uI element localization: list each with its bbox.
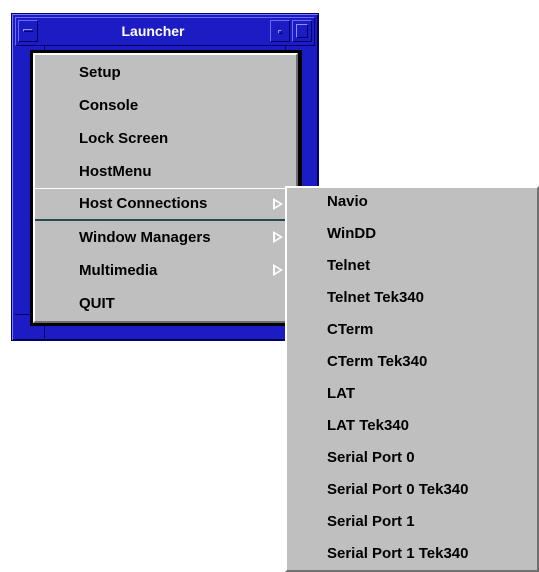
menu-item-label: Window Managers xyxy=(79,229,211,246)
submenu-item-telnet-tek340[interactable]: Telnet Tek340 xyxy=(287,282,537,314)
submenu-item-label: Telnet xyxy=(327,257,371,274)
menu-item-setup[interactable]: Setup xyxy=(35,56,296,89)
submenu-item-label: Serial Port 1 xyxy=(327,513,415,530)
submenu-item-label: Serial Port 0 Tek340 xyxy=(327,481,469,498)
submenu-item-serial-port-0-tek340[interactable]: Serial Port 0 Tek340 xyxy=(287,474,537,506)
submenu-item-label: CTerm xyxy=(327,321,374,338)
menu-item-lock-screen[interactable]: Lock Screen xyxy=(35,122,296,155)
window-menu-button[interactable] xyxy=(18,20,38,42)
submenu-item-label: Serial Port 1 Tek340 xyxy=(327,545,469,562)
submenu-item-label: CTerm Tek340 xyxy=(327,353,428,370)
submenu-item-lat-tek340[interactable]: LAT Tek340 xyxy=(287,410,537,442)
submenu-item-telnet[interactable]: Telnet xyxy=(287,250,537,282)
frame-corner-mark xyxy=(44,326,45,338)
submenu-arrow-icon xyxy=(273,198,283,210)
submenu-item-label: LAT xyxy=(327,385,356,402)
minimize-button[interactable] xyxy=(270,20,290,42)
frame-corner-mark xyxy=(15,314,30,315)
submenu-item-label: Navio xyxy=(327,193,368,210)
submenu-item-label: LAT Tek340 xyxy=(327,417,409,434)
menu-item-console[interactable]: Console xyxy=(35,89,296,122)
maximize-icon xyxy=(296,24,308,38)
menu-item-quit[interactable]: QUIT xyxy=(35,287,296,320)
host-connections-submenu: Navio WinDD Telnet Telnet Tek340 CTerm C… xyxy=(285,186,539,572)
menu-item-multimedia[interactable]: Multimedia xyxy=(35,254,296,287)
menu-item-host-connections[interactable]: Host Connections xyxy=(35,188,296,221)
submenu-item-label: WinDD xyxy=(327,225,377,242)
submenu-item-serial-port-1[interactable]: Serial Port 1 xyxy=(287,506,537,538)
submenu-item-lat[interactable]: LAT xyxy=(287,378,537,410)
menu-item-window-managers[interactable]: Window Managers xyxy=(35,221,296,254)
menu-item-label: Console xyxy=(79,97,139,114)
menu-item-label: Host Connections xyxy=(79,195,208,212)
menu-item-label: Multimedia xyxy=(79,262,158,279)
launcher-menu: Setup Console Lock Screen HostMenu Host … xyxy=(33,53,298,323)
menu-item-label: QUIT xyxy=(79,295,115,312)
menu-item-hostmenu[interactable]: HostMenu xyxy=(35,155,296,188)
submenu-item-navio[interactable]: Navio xyxy=(287,186,537,218)
submenu-item-serial-port-0[interactable]: Serial Port 0 xyxy=(287,442,537,474)
menu-item-label: Setup xyxy=(79,64,121,81)
submenu-item-label: Telnet Tek340 xyxy=(327,289,424,306)
menu-item-label: HostMenu xyxy=(79,163,152,180)
menu-item-label: Lock Screen xyxy=(79,130,169,147)
window-menu-icon xyxy=(23,29,33,32)
submenu-item-label: Serial Port 0 xyxy=(327,449,415,466)
maximize-button[interactable] xyxy=(292,20,312,42)
minimize-icon xyxy=(278,30,282,34)
title-bar[interactable]: Launcher xyxy=(15,17,315,46)
submenu-item-serial-port-1-tek340[interactable]: Serial Port 1 Tek340 xyxy=(287,538,537,570)
submenu-item-cterm-tek340[interactable]: CTerm Tek340 xyxy=(287,346,537,378)
submenu-arrow-icon xyxy=(273,264,283,276)
submenu-item-cterm[interactable]: CTerm xyxy=(287,314,537,346)
submenu-arrow-icon xyxy=(273,231,283,243)
window-title: Launcher xyxy=(121,23,185,39)
submenu-item-windd[interactable]: WinDD xyxy=(287,218,537,250)
